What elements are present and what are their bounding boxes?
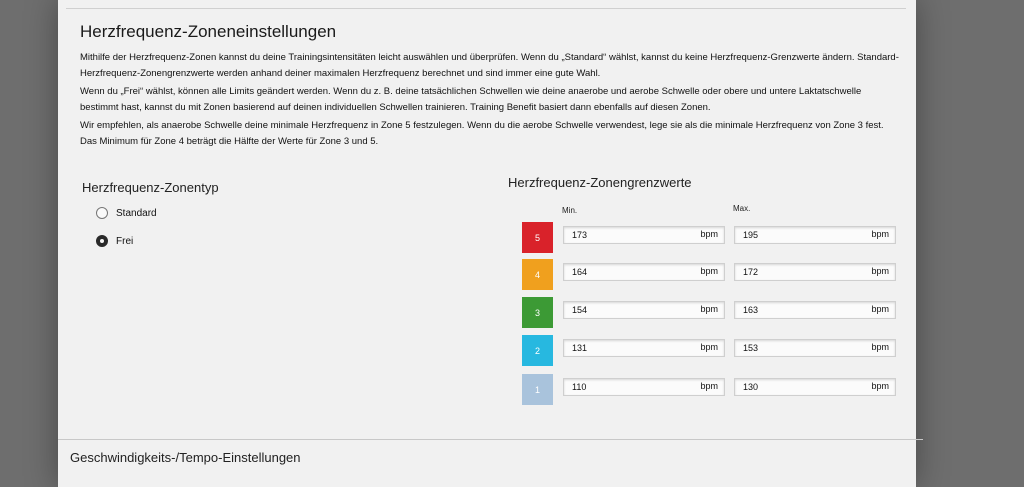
radio-standard[interactable]	[96, 207, 108, 219]
zone-2-max-value: 153	[743, 343, 759, 353]
zone-5-max-value: 195	[743, 230, 759, 240]
zone-3-swatch: 3	[522, 297, 553, 328]
zone-4-max-unit: bpm	[871, 266, 889, 276]
zone-2-max-unit: bpm	[871, 342, 889, 352]
min-column-label: Min.	[562, 206, 578, 215]
zone-row-2: 2 131 bpm 153 bpm	[522, 335, 902, 369]
radio-frei[interactable]	[96, 235, 108, 247]
zone-3-min-value: 154	[572, 305, 588, 315]
zone-1-max-input[interactable]: 130 bpm	[734, 378, 896, 396]
zone-3-max-input[interactable]: 163 bpm	[734, 301, 896, 319]
zone-5-min-unit: bpm	[700, 229, 718, 239]
zone-4-max-input[interactable]: 172 bpm	[734, 263, 896, 281]
zone-5-max-unit: bpm	[871, 229, 889, 239]
zone-4-number: 4	[534, 269, 540, 280]
speed-pace-settings-heading[interactable]: Geschwindigkeits-/Tempo-Einstellungen	[70, 450, 301, 465]
zone-5-min-input[interactable]: 173 bpm	[563, 226, 725, 244]
zone-3-min-input[interactable]: 154 bpm	[563, 301, 725, 319]
zone-5-max-input[interactable]: 195 bpm	[734, 226, 896, 244]
zone-1-max-value: 130	[743, 382, 759, 392]
zone-type-heading: Herzfrequenz-Zonentyp	[82, 180, 219, 195]
zone-1-swatch: 1	[522, 374, 553, 405]
radio-frei-label: Frei	[116, 235, 134, 247]
zone-1-number: 1	[534, 384, 540, 395]
zone-4-min-input[interactable]: 164 bpm	[563, 263, 725, 281]
page-title: Herzfrequenz-Zoneneinstellungen	[80, 22, 337, 41]
zone-3-max-value: 163	[743, 305, 759, 315]
max-column-label: Max.	[733, 204, 751, 213]
zone-4-min-unit: bpm	[700, 266, 718, 276]
zone-3-number: 3	[534, 307, 540, 318]
zone-3-max-unit: bpm	[871, 304, 889, 314]
zone-1-min-unit: bpm	[700, 381, 718, 391]
zone-4-max-value: 172	[743, 267, 759, 277]
zone-4-swatch: 4	[522, 259, 553, 290]
description-paragraph-2: Wenn du „Frei“ wählst, können alle Limit…	[80, 86, 862, 113]
zone-2-min-input[interactable]: 131 bpm	[563, 339, 725, 357]
settings-panel: Herzfrequenz-Zoneneinstellungen Mithilfe…	[58, 0, 923, 487]
zone-limits-heading: Herzfrequenz-Zonengrenzwerte	[508, 175, 692, 190]
zone-type-option-standard[interactable]: Standard	[96, 207, 157, 219]
zone-4-min-value: 164	[572, 267, 588, 277]
zone-2-number: 2	[534, 345, 540, 356]
zone-2-min-value: 131	[572, 343, 588, 353]
zone-row-4: 4 164 bpm 172 bpm	[522, 259, 902, 293]
radio-standard-label: Standard	[116, 207, 157, 219]
section-divider	[58, 439, 923, 440]
zone-1-max-unit: bpm	[871, 381, 889, 391]
description-paragraph-1: Mithilfe der Herzfrequenz-Zonen kannst d…	[80, 52, 899, 79]
zone-2-max-input[interactable]: 153 bpm	[734, 339, 896, 357]
zone-5-swatch: 5	[522, 222, 553, 253]
description-paragraph-3: Wir empfehlen, als anaerobe Schwelle dei…	[80, 120, 884, 147]
zone-2-min-unit: bpm	[700, 342, 718, 352]
zone-5-number: 5	[534, 232, 540, 243]
zone-1-min-input[interactable]: 110 bpm	[563, 378, 725, 396]
zone-row-1: 1 110 bpm 130 bpm	[522, 374, 902, 408]
zone-row-3: 3 154 bpm 163 bpm	[522, 297, 902, 331]
zone-type-option-frei[interactable]: Frei	[96, 235, 133, 247]
top-divider	[66, 8, 906, 9]
zone-5-min-value: 173	[572, 230, 588, 240]
zone-1-min-value: 110	[572, 382, 587, 392]
zone-row-5: 5 173 bpm 195 bpm	[522, 222, 902, 256]
zone-2-swatch: 2	[522, 335, 553, 366]
zone-3-min-unit: bpm	[700, 304, 718, 314]
